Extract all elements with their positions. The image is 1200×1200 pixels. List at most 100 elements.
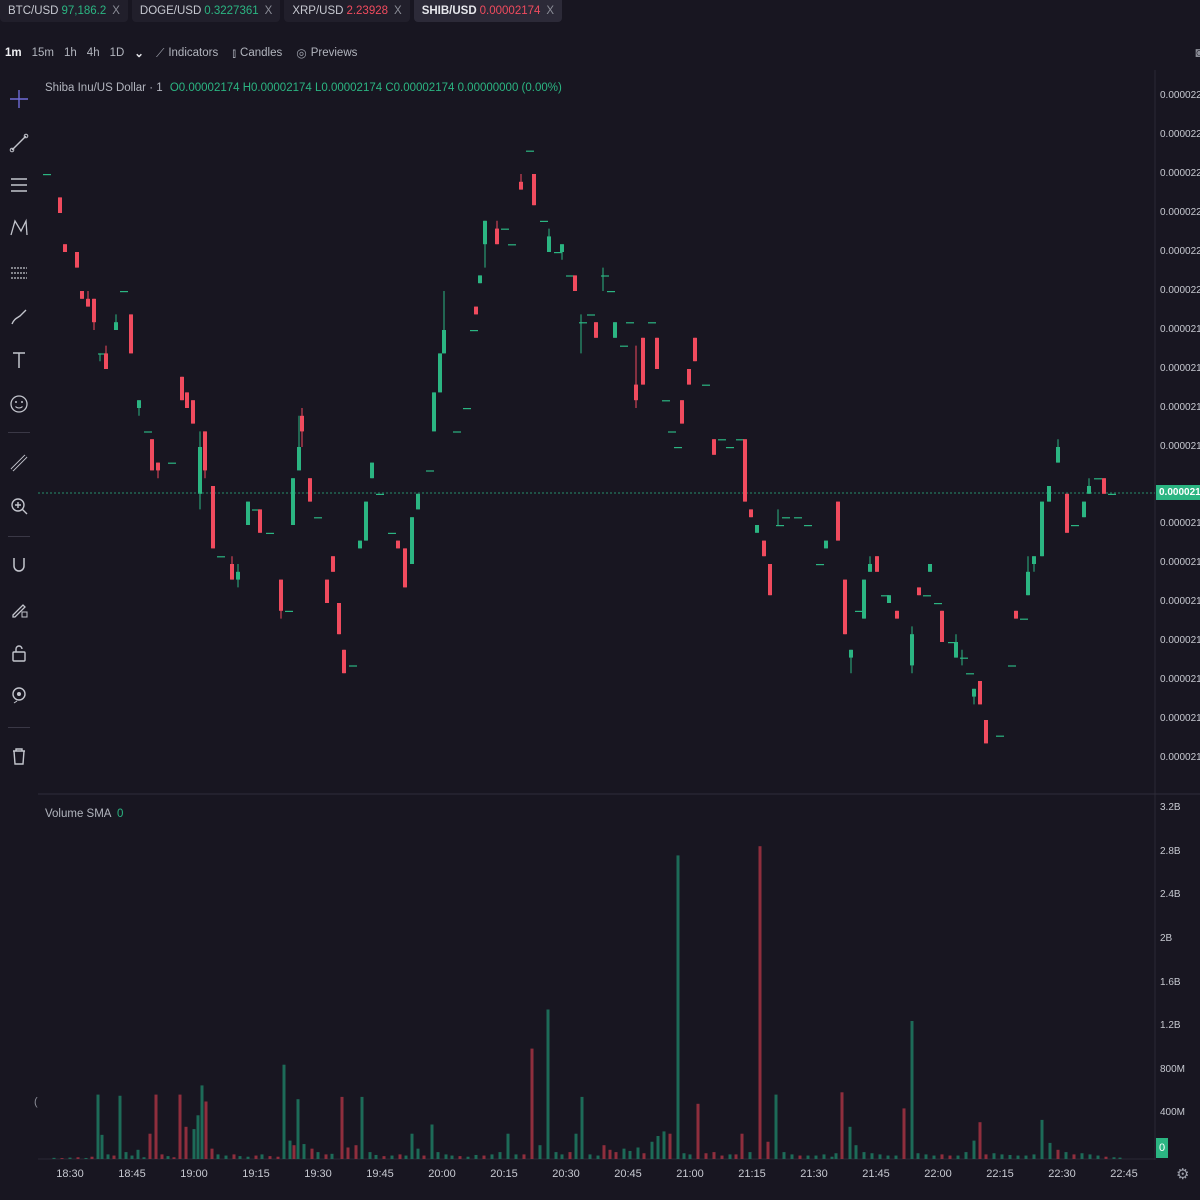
candle-body — [86, 298, 90, 307]
volume-bar — [992, 1153, 996, 1159]
volume-bar — [1088, 1154, 1092, 1159]
volume-bar — [560, 1154, 564, 1159]
ohlc-values: O0.00002174 H0.00002174 L0.00002174 C0.0… — [169, 82, 562, 94]
volume-bar — [330, 1153, 334, 1159]
candle-body — [648, 322, 656, 324]
volume-bar — [142, 1157, 146, 1159]
price-tick-label: 0.00002215 — [1160, 168, 1200, 179]
candle-body — [687, 369, 691, 385]
volume-bar — [1112, 1157, 1116, 1159]
time-tick-label: 21:15 — [738, 1168, 766, 1180]
volume-bar — [276, 1156, 280, 1159]
volume-bar — [118, 1095, 122, 1159]
candle-body — [736, 439, 744, 441]
volume-bar — [878, 1154, 882, 1159]
time-tick-label: 20:45 — [614, 1168, 642, 1180]
time-tick-label: 19:30 — [304, 1168, 332, 1180]
volume-bar — [100, 1134, 104, 1159]
price-tick-label: 0.00002140 — [1160, 752, 1200, 763]
volume-bar — [90, 1156, 94, 1159]
candle-body — [566, 275, 574, 277]
volume-bar — [554, 1152, 558, 1159]
price-tick-label: 0.00002225 — [1160, 90, 1200, 101]
candle-body — [816, 564, 824, 566]
time-tick-label: 20:30 — [552, 1168, 580, 1180]
time-tick-label: 20:15 — [490, 1168, 518, 1180]
candle-body — [662, 400, 670, 402]
candle-body — [129, 314, 133, 354]
candle-body — [934, 603, 942, 605]
candle-body — [573, 275, 577, 291]
volume-bar — [902, 1108, 906, 1159]
volume-bar — [814, 1155, 818, 1159]
candle-body — [1065, 493, 1069, 533]
volume-bar — [978, 1122, 982, 1159]
candle-body — [410, 517, 414, 564]
volume-tick-label: 800M — [1160, 1064, 1186, 1075]
candle-body — [726, 447, 734, 449]
candle-body — [984, 720, 988, 744]
volume-bar — [704, 1153, 708, 1159]
gear-icon[interactable]: ⚙ — [1176, 1165, 1189, 1183]
volume-bar — [458, 1156, 462, 1159]
price-tick-label: 0.00002195 — [1160, 324, 1200, 335]
time-tick-label: 22:15 — [986, 1168, 1014, 1180]
volume-bar — [916, 1153, 920, 1159]
volume-bar — [154, 1094, 158, 1159]
candle-body — [331, 556, 335, 572]
candle-body — [887, 595, 891, 603]
candle-body — [940, 610, 944, 642]
volume-bar — [1056, 1149, 1060, 1159]
candle-body — [674, 447, 682, 449]
volume-bar — [390, 1155, 394, 1159]
time-tick-label: 20:00 — [428, 1168, 456, 1180]
volume-bar — [568, 1152, 572, 1159]
volume-bar — [296, 1099, 300, 1159]
volume-bar — [748, 1152, 752, 1159]
candle-body — [587, 314, 595, 316]
time-tick-label: 22:30 — [1048, 1168, 1076, 1180]
candle-body — [668, 431, 676, 433]
price-tick-label: 0.00002180 — [1160, 441, 1200, 452]
chart-canvas[interactable] — [0, 0, 1200, 1200]
volume-bar — [196, 1115, 200, 1159]
candle-body — [655, 337, 659, 369]
volume-bar — [964, 1152, 968, 1159]
volume-bar — [580, 1096, 584, 1159]
candle-body — [1047, 486, 1051, 502]
volume-bar — [984, 1154, 988, 1159]
candle-body — [718, 439, 726, 441]
candle-body — [626, 322, 634, 324]
candle-body — [300, 415, 304, 432]
candle-body — [297, 447, 301, 471]
volume-bar — [368, 1152, 372, 1159]
candle-body — [579, 322, 587, 324]
volume-bar — [246, 1156, 250, 1159]
volume-bar — [398, 1154, 402, 1159]
price-tick-label: 0.00002150 — [1160, 674, 1200, 685]
candle-body — [1082, 501, 1086, 518]
candle-body — [203, 431, 207, 471]
candle-body — [978, 681, 982, 705]
candle-body — [966, 673, 974, 675]
volume-bar — [830, 1156, 834, 1159]
volume-bar — [506, 1133, 510, 1159]
volume-bar — [1118, 1157, 1122, 1159]
volume-bar — [834, 1153, 838, 1159]
volume-bar — [608, 1149, 612, 1159]
candle-body — [928, 564, 932, 572]
symbol-title: Shiba Inu/US Dollar · 1 — [45, 82, 163, 94]
volume-bar — [806, 1155, 810, 1159]
volume-bar — [238, 1156, 242, 1159]
volume-bar — [720, 1155, 724, 1159]
volume-bar — [790, 1154, 794, 1159]
volume-bar — [910, 1021, 914, 1159]
candle-body — [58, 197, 62, 213]
candle-body — [1056, 447, 1060, 463]
candle-body — [680, 400, 684, 424]
time-tick-label: 21:30 — [800, 1168, 828, 1180]
volume-bar — [924, 1154, 928, 1159]
collapse-icon[interactable]: ( — [34, 1096, 38, 1108]
volume-bar — [848, 1126, 852, 1159]
volume-bar — [668, 1133, 672, 1159]
